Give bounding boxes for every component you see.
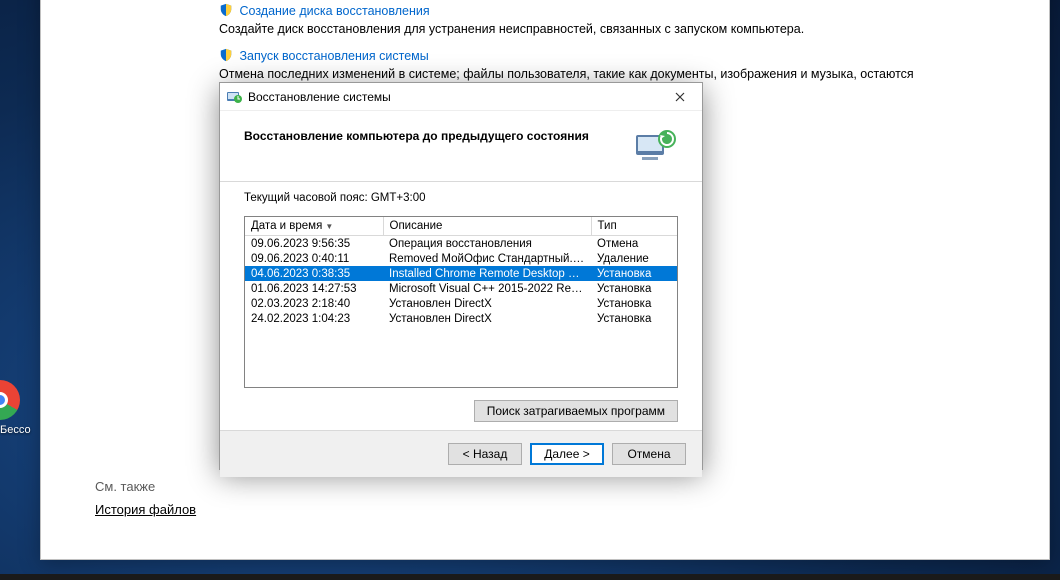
dialog-title: Восстановление системы (248, 90, 658, 104)
column-header-type[interactable]: Тип (591, 217, 677, 236)
taskbar[interactable] (0, 574, 1060, 580)
cell-desc: Операция восстановления (383, 236, 591, 252)
file-history-link[interactable]: История файлов (95, 502, 196, 517)
table-row[interactable]: 24.02.2023 1:04:23Установлен DirectXУста… (245, 311, 677, 326)
table-row[interactable]: 09.06.2023 9:56:35Операция восстановлени… (245, 236, 677, 252)
next-button[interactable]: Далее > (530, 443, 604, 465)
system-restore-dialog: Восстановление системы Восстановление ко… (219, 82, 703, 470)
cell-date: 09.06.2023 0:40:11 (245, 251, 383, 266)
cancel-button[interactable]: Отмена (612, 443, 686, 465)
start-system-restore-link[interactable]: Запуск восстановления системы (239, 49, 428, 63)
cell-desc: Установлен DirectX (383, 311, 591, 326)
cell-type: Отмена (591, 236, 677, 252)
timezone-label: Текущий часовой пояс: GMT+3:00 (244, 192, 678, 204)
cell-type: Установка (591, 311, 677, 326)
cell-desc: Установлен DirectX (383, 296, 591, 311)
column-header-description[interactable]: Описание (383, 217, 591, 236)
create-recovery-disk-desc: Создайте диск восстановления для устране… (219, 21, 919, 38)
chrome-desktop-shortcut[interactable]: Бессо (0, 380, 36, 436)
dialog-heading: Восстановление компьютера до предыдущего… (244, 127, 626, 143)
scan-affected-programs-button[interactable]: Поиск затрагиваемых программ (474, 400, 678, 422)
table-row[interactable]: 09.06.2023 0:40:11Removed МойОфис Станда… (245, 251, 677, 266)
cell-date: 01.06.2023 14:27:53 (245, 281, 383, 296)
table-row[interactable]: 04.06.2023 0:38:35Installed Chrome Remot… (245, 266, 677, 281)
sort-descending-icon: ▼ (325, 222, 333, 231)
cell-date: 24.02.2023 1:04:23 (245, 311, 383, 326)
divider (220, 181, 702, 182)
shield-icon (219, 3, 233, 17)
cell-desc: Microsoft Visual C++ 2015-2022 Redistrib… (383, 281, 591, 296)
cell-date: 02.03.2023 2:18:40 (245, 296, 383, 311)
chrome-shortcut-label: Бессо (0, 424, 31, 436)
column-header-date[interactable]: Дата и время▼ (245, 217, 383, 236)
shield-icon (219, 48, 233, 62)
close-button[interactable] (658, 83, 702, 111)
table-row[interactable]: 02.03.2023 2:18:40Установлен DirectXУста… (245, 296, 677, 311)
cell-type: Установка (591, 266, 677, 281)
create-recovery-disk-link[interactable]: Создание диска восстановления (239, 4, 429, 18)
cell-date: 09.06.2023 9:56:35 (245, 236, 383, 252)
dialog-titlebar: Восстановление системы (220, 83, 702, 111)
cell-desc: Installed Chrome Remote Desktop Host (383, 266, 591, 281)
system-restore-icon (226, 89, 242, 105)
restore-points-table[interactable]: Дата и время▼ Описание Тип 09.06.2023 9:… (244, 216, 678, 388)
back-button[interactable]: < Назад (448, 443, 522, 465)
cell-type: Установка (591, 296, 677, 311)
dialog-footer: < Назад Далее > Отмена (220, 430, 702, 477)
cell-desc: Removed МойОфис Стандартный. Домашняя … (383, 251, 591, 266)
restore-computer-icon (634, 127, 678, 167)
table-row[interactable]: 01.06.2023 14:27:53Microsoft Visual C++ … (245, 281, 677, 296)
cell-type: Установка (591, 281, 677, 296)
see-also-heading: См. также (95, 479, 155, 494)
cell-type: Удаление (591, 251, 677, 266)
cell-date: 04.06.2023 0:38:35 (245, 266, 383, 281)
